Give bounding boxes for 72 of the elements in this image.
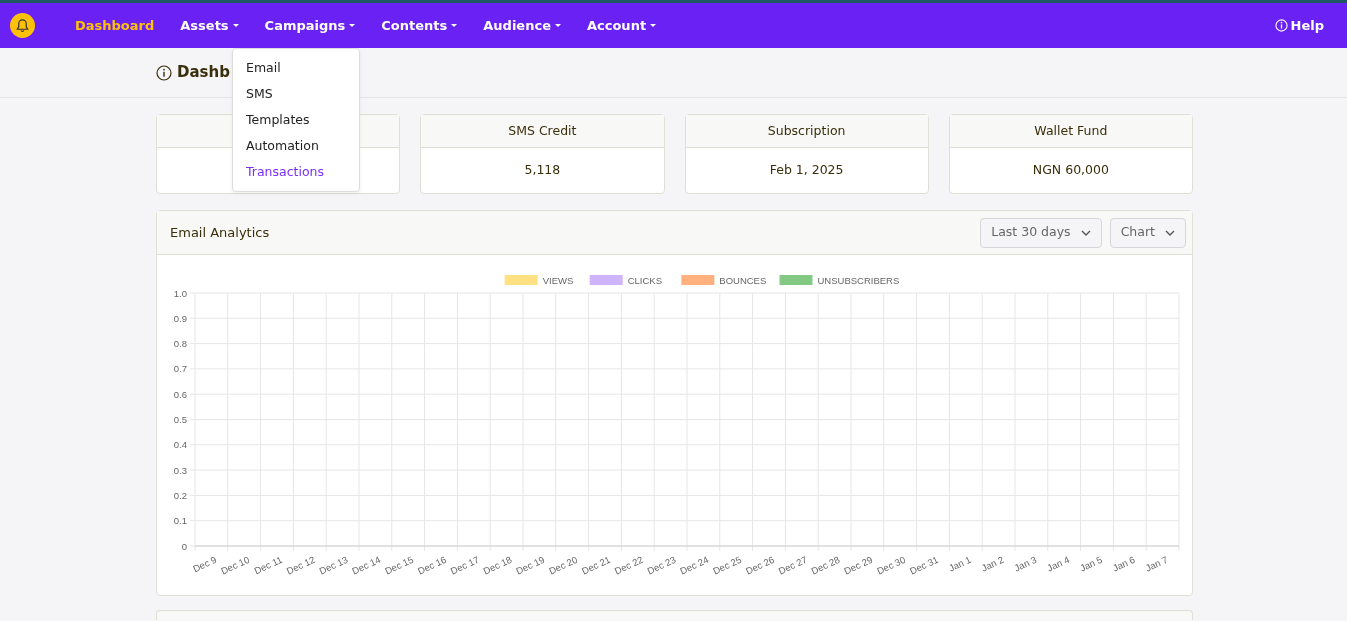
- y-tick-label: 0.6: [173, 388, 187, 400]
- menu-item[interactable]: Templates: [233, 107, 359, 133]
- x-tick-label: Dec 22: [612, 553, 645, 577]
- page-title: Dashb: [177, 62, 230, 84]
- nav-link[interactable]: Account: [573, 15, 670, 36]
- x-tick-label: Jan 6: [1110, 553, 1137, 574]
- x-tick-label: Dec 15: [383, 553, 416, 577]
- menu-item[interactable]: Email: [233, 55, 359, 81]
- nav-link[interactable]: Audience: [470, 15, 574, 36]
- x-tick-label: Jan 2: [979, 553, 1006, 574]
- chevron-icon: [1165, 229, 1175, 236]
- x-tick-label: Dec 24: [678, 553, 711, 577]
- x-tick-label: Dec 18: [481, 553, 514, 577]
- nav-link[interactable]: Campaigns: [251, 15, 369, 36]
- y-tick-label: 0: [181, 540, 187, 552]
- period-select[interactable]: Last 30 days: [980, 217, 1102, 248]
- y-tick-label: 0.2: [173, 489, 187, 501]
- x-tick-label: Dec 27: [776, 553, 809, 577]
- x-tick-label: Dec 16: [415, 553, 448, 577]
- stat-title: SMS Credit: [508, 121, 577, 140]
- x-tick-label: Dec 29: [842, 553, 875, 577]
- x-tick-label: Dec 31: [907, 553, 940, 577]
- legend-label: CLICKS: [627, 274, 663, 286]
- info-icon: [1274, 19, 1288, 32]
- y-tick-label: 0.3: [173, 464, 187, 476]
- menu-item[interactable]: Transactions: [233, 159, 359, 185]
- y-tick-label: 1.0: [173, 287, 187, 299]
- stat-value: Feb 1, 2025: [769, 161, 844, 180]
- legend-label: VIEWS: [542, 274, 574, 286]
- y-tick-label: 0.7: [173, 363, 187, 375]
- nav-link[interactable]: Contents: [368, 15, 471, 36]
- x-tick-label: Dec 26: [743, 553, 776, 577]
- y-tick-label: 0.1: [173, 515, 187, 527]
- x-tick-label: Jan 3: [1012, 553, 1039, 574]
- nav-link[interactable]: Dashboard: [62, 15, 168, 36]
- stat-title: Wallet Fund: [1034, 121, 1108, 140]
- y-tick-label: 0.5: [173, 414, 187, 425]
- x-tick-label: Dec 10: [219, 553, 252, 577]
- menu-item[interactable]: Automation: [233, 133, 359, 159]
- x-tick-label: Dec 11: [252, 553, 284, 577]
- stat-value: NGN 60,000: [1032, 161, 1109, 180]
- bell-icon[interactable]: [10, 13, 35, 38]
- x-tick-label: Dec 23: [645, 553, 678, 577]
- x-tick-label: Jan 7: [1143, 553, 1170, 574]
- x-tick-label: Dec 13: [317, 553, 350, 577]
- x-tick-label: Dec 19: [514, 553, 547, 577]
- y-tick-label: 0.8: [173, 338, 187, 350]
- menu-item[interactable]: SMS: [233, 81, 359, 107]
- help-link[interactable]: Help: [1261, 15, 1337, 36]
- x-tick-label: Dec 12: [284, 553, 317, 577]
- info-icon: [156, 64, 172, 81]
- x-tick-label: Jan 4: [1045, 553, 1072, 574]
- stat-value: 5,118: [524, 161, 561, 180]
- x-tick-label: Dec 17: [448, 553, 481, 577]
- x-tick-label: Dec 30: [875, 553, 908, 577]
- legend-label: UNSUBSCRIBERS: [817, 274, 900, 286]
- x-tick-label: Dec 20: [547, 553, 580, 577]
- x-tick-label: Dec 21: [579, 553, 612, 577]
- x-tick-label: Dec 28: [809, 553, 842, 577]
- x-tick-label: Jan 5: [1078, 553, 1104, 574]
- stat-title: Subscription: [767, 121, 846, 140]
- view-select[interactable]: Chart: [1109, 217, 1186, 248]
- y-tick-label: 0.4: [173, 439, 187, 451]
- y-tick-label: 0.9: [173, 312, 187, 324]
- x-tick-label: Jan 1: [946, 553, 973, 574]
- x-tick-label: Dec 9: [191, 553, 219, 575]
- x-tick-label: Dec 14: [350, 553, 383, 577]
- x-tick-label: Dec 25: [711, 553, 744, 577]
- nav-link[interactable]: Assets: [167, 15, 252, 36]
- chevron-icon: [1080, 229, 1091, 236]
- legend-label: BOUNCES: [719, 274, 767, 286]
- card-title: Email Analytics: [170, 223, 270, 242]
